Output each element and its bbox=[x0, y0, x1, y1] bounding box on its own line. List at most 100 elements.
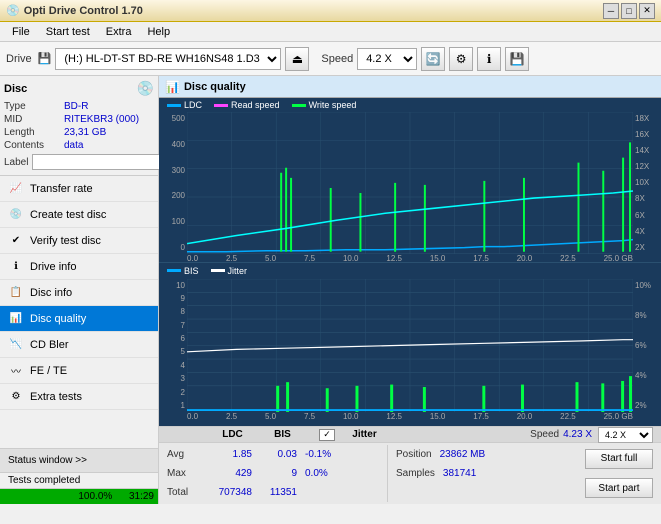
disc-quality-icon: 📊 bbox=[8, 311, 24, 327]
create-test-disc-icon: 💿 bbox=[8, 207, 24, 223]
sidebar-item-extra-tests[interactable]: ⚙ Extra tests bbox=[0, 384, 158, 410]
minimize-button[interactable]: ─ bbox=[603, 3, 619, 19]
nav-label-disc-quality: Disc quality bbox=[30, 313, 86, 325]
position-value: 23862 MB bbox=[440, 449, 486, 460]
menu-start-test[interactable]: Start test bbox=[38, 24, 98, 40]
position-label: Position bbox=[396, 449, 432, 460]
bottom-chart-svg bbox=[187, 279, 633, 413]
title-bar-controls: ─ □ ✕ bbox=[603, 3, 655, 19]
nav-label-extra-tests: Extra tests bbox=[30, 391, 82, 403]
legend-ldc-label: LDC bbox=[184, 100, 202, 110]
disc-label-row: Label ⚙ bbox=[4, 153, 154, 171]
extra-tests-icon: ⚙ bbox=[8, 389, 24, 405]
speed-stat-label: Speed bbox=[530, 429, 559, 440]
save-button[interactable]: 💾 bbox=[505, 47, 529, 71]
stats-avg-jitter: -0.1% bbox=[305, 449, 380, 460]
eject-button[interactable]: ⏏ bbox=[285, 47, 309, 71]
bottom-x-axis: 0.0 2.5 5.0 7.5 10.0 12.5 15.0 17.5 20.0… bbox=[159, 412, 661, 426]
disc-length-label: Length bbox=[4, 127, 64, 138]
stats-max-jitter: 0.0% bbox=[305, 468, 380, 479]
start-part-button[interactable]: Start part bbox=[585, 478, 653, 498]
legend-read-speed: Read speed bbox=[214, 100, 280, 110]
top-chart-section: LDC Read speed Write speed 500 400 300 bbox=[159, 98, 661, 262]
bottom-chart-svg-container bbox=[187, 279, 633, 413]
nav-label-cd-bler: CD Bler bbox=[30, 339, 69, 351]
stats-bis-header: BIS bbox=[260, 429, 305, 440]
menu-extra[interactable]: Extra bbox=[98, 24, 140, 40]
stats-total-label: Total bbox=[167, 487, 205, 498]
disc-icon: 💿 bbox=[137, 80, 154, 97]
legend-write-speed-label: Write speed bbox=[309, 100, 357, 110]
sidebar-item-verify-test-disc[interactable]: ✔ Verify test disc bbox=[0, 228, 158, 254]
settings-button[interactable]: ⚙ bbox=[449, 47, 473, 71]
legend-write-speed-color bbox=[292, 104, 306, 107]
menu-help[interactable]: Help bbox=[139, 24, 178, 40]
top-y-200: 200 bbox=[172, 191, 187, 200]
stats-max-label: Max bbox=[167, 468, 205, 479]
speed-stat-select[interactable]: 4.2 X bbox=[598, 427, 653, 443]
top-y-axis-left: 500 400 300 200 100 0 bbox=[159, 112, 187, 254]
cd-bler-icon: 📉 bbox=[8, 337, 24, 353]
drive-icon: 💾 bbox=[38, 52, 52, 65]
stats-max-row: Max 429 9 0.0% bbox=[167, 466, 387, 482]
legend-ldc: LDC bbox=[167, 100, 202, 110]
bot-x-2-5: 2.5 bbox=[226, 412, 237, 426]
progress-text: 100.0% 31:29 bbox=[78, 489, 154, 505]
disc-type-row: Type BD-R bbox=[4, 101, 154, 112]
disc-label-input[interactable] bbox=[32, 154, 166, 170]
legend-write-speed: Write speed bbox=[292, 100, 357, 110]
disc-header: Disc 💿 bbox=[4, 80, 154, 97]
sidebar: Disc 💿 Type BD-R MID RITEKBR3 (000) Leng… bbox=[0, 76, 159, 504]
sidebar-item-fe-te[interactable]: 〰 FE / TE bbox=[0, 358, 158, 384]
bottom-y-axis-left: 10 9 8 7 6 5 4 3 2 1 bbox=[159, 279, 187, 413]
top-y-400: 400 bbox=[172, 140, 187, 149]
top-yr-18x: 18X bbox=[633, 114, 661, 123]
close-button[interactable]: ✕ bbox=[639, 3, 655, 19]
drive-select[interactable]: (H:) HL-DT-ST BD-RE WH16NS48 1.D3 bbox=[55, 48, 281, 70]
top-yr-6x: 6X bbox=[633, 211, 661, 220]
sidebar-item-disc-info[interactable]: 📋 Disc info bbox=[0, 280, 158, 306]
legend-read-speed-color bbox=[214, 104, 228, 107]
sidebar-item-cd-bler[interactable]: 📉 CD Bler bbox=[0, 332, 158, 358]
sidebar-item-create-test-disc[interactable]: 💿 Create test disc bbox=[0, 202, 158, 228]
nav-label-create-test-disc: Create test disc bbox=[30, 209, 106, 221]
stats-table-left: Avg 1.85 0.03 -0.1% Max 429 9 0.0% Tot bbox=[167, 445, 387, 502]
stats-avg-ldc: 1.85 bbox=[205, 449, 260, 460]
top-yr-2x: 2X bbox=[633, 243, 661, 252]
bottom-chart-body: 10 9 8 7 6 5 4 3 2 1 bbox=[159, 279, 661, 413]
maximize-button[interactable]: □ bbox=[621, 3, 637, 19]
chart-header: 📊 Disc quality bbox=[159, 76, 661, 98]
sidebar-item-transfer-rate[interactable]: 📈 Transfer rate bbox=[0, 176, 158, 202]
info-button[interactable]: ℹ bbox=[477, 47, 501, 71]
sidebar-item-drive-info[interactable]: ℹ Drive info bbox=[0, 254, 158, 280]
top-y-axis-right: 18X 16X 14X 12X 10X 8X 6X 4X 2X bbox=[633, 112, 661, 254]
bot-yr-8pct: 8% bbox=[633, 311, 661, 320]
stats-position-row: Position 23862 MB bbox=[396, 447, 577, 463]
bottom-y-axis-right: 10% 8% 6% 4% 2% bbox=[633, 279, 661, 413]
sidebar-item-disc-quality[interactable]: 📊 Disc quality bbox=[0, 306, 158, 332]
stats-total-bis: 11351 bbox=[260, 487, 305, 498]
bot-x-7-5: 7.5 bbox=[304, 412, 315, 426]
samples-label: Samples bbox=[396, 468, 435, 479]
refresh-button[interactable]: 🔄 bbox=[421, 47, 445, 71]
menu-file[interactable]: File bbox=[4, 24, 38, 40]
title-bar: 💿 Opti Drive Control 1.70 ─ □ ✕ bbox=[0, 0, 661, 22]
legend-jitter-color bbox=[211, 269, 225, 272]
samples-value: 381741 bbox=[443, 468, 476, 479]
top-chart-body: 500 400 300 200 100 0 bbox=[159, 112, 661, 254]
status-area: Status window >> Tests completed 100.0% … bbox=[0, 448, 158, 504]
top-y-100: 100 bbox=[172, 217, 187, 226]
speed-select[interactable]: 4.2 X bbox=[357, 48, 417, 70]
disc-panel: Disc 💿 Type BD-R MID RITEKBR3 (000) Leng… bbox=[0, 76, 158, 176]
bottom-chart-legend: BIS Jitter bbox=[159, 263, 661, 279]
stats-samples-row: Samples 381741 bbox=[396, 466, 577, 482]
status-window-button[interactable]: Status window >> bbox=[0, 449, 158, 473]
disc-mid-row: MID RITEKBR3 (000) bbox=[4, 114, 154, 125]
jitter-checkbox[interactable]: ✓ bbox=[319, 429, 335, 441]
nav-label-fe-te: FE / TE bbox=[30, 365, 67, 377]
menu-bar: File Start test Extra Help bbox=[0, 22, 661, 42]
start-full-button[interactable]: Start full bbox=[585, 449, 653, 469]
top-chart-svg bbox=[187, 112, 633, 254]
top-yr-8x: 8X bbox=[633, 194, 661, 203]
disc-mid-value: RITEKBR3 (000) bbox=[64, 114, 139, 125]
